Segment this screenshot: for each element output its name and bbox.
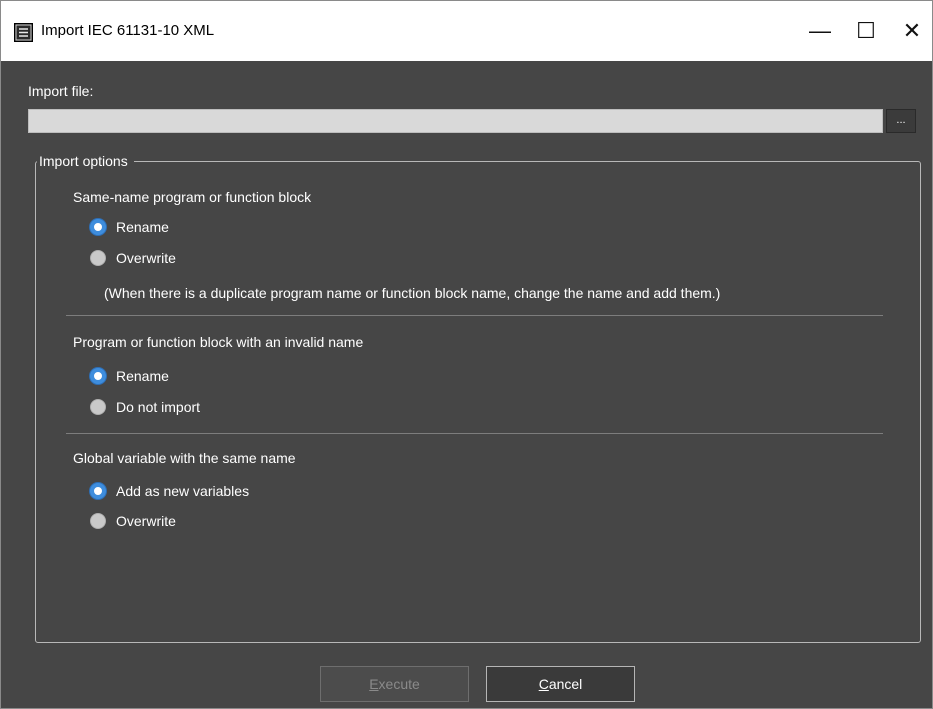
cancel-accel-key: C xyxy=(538,676,549,692)
execute-accel-key: E xyxy=(369,676,379,692)
section-divider xyxy=(66,433,883,434)
cancel-label: ancel xyxy=(548,676,583,692)
import-file-label: Import file: xyxy=(28,83,94,99)
close-icon: ✕ xyxy=(902,18,922,43)
same-name-note: (When there is a duplicate program name … xyxy=(104,285,721,301)
radio-label: Add as new variables xyxy=(116,483,250,499)
maximize-button[interactable]: ☐ xyxy=(843,11,889,51)
browse-button[interactable]: ... xyxy=(886,109,916,133)
invalid-name-do-not-import-option[interactable]: Do not import xyxy=(90,399,200,415)
import-options-legend: Import options xyxy=(37,153,134,169)
minimize-button[interactable]: — xyxy=(797,11,843,51)
maximize-icon: ☐ xyxy=(856,18,876,43)
close-button[interactable]: ✕ xyxy=(889,11,933,51)
dialog-body: Import file: ... Import options Same-nam… xyxy=(1,61,932,708)
app-icon xyxy=(14,23,33,42)
same-name-heading: Same-name program or function block xyxy=(73,189,312,205)
radio-unselected-icon[interactable] xyxy=(90,399,106,415)
global-variable-heading: Global variable with the same name xyxy=(73,450,296,466)
radio-selected-icon[interactable] xyxy=(90,219,106,235)
import-file-input[interactable] xyxy=(28,109,883,133)
section-divider xyxy=(66,315,883,316)
execute-button[interactable]: Execute xyxy=(320,666,469,702)
radio-unselected-icon[interactable] xyxy=(90,250,106,266)
radio-selected-icon[interactable] xyxy=(90,368,106,384)
invalid-name-rename-option[interactable]: Rename xyxy=(90,368,169,384)
same-name-rename-option[interactable]: Rename xyxy=(90,219,169,235)
execute-label: xecute xyxy=(378,676,420,692)
radio-label: Overwrite xyxy=(116,250,176,266)
cancel-button[interactable]: Cancel xyxy=(486,666,635,702)
window-title: Import IEC 61131-10 XML xyxy=(41,22,215,39)
import-xml-dialog: Import IEC 61131-10 XML — ☐ ✕ Import fil… xyxy=(0,0,933,709)
radio-label: Overwrite xyxy=(116,513,176,529)
global-variable-add-new-option[interactable]: Add as new variables xyxy=(90,483,249,499)
minimize-icon: — xyxy=(809,18,831,43)
same-name-overwrite-option[interactable]: Overwrite xyxy=(90,250,176,266)
radio-unselected-icon[interactable] xyxy=(90,513,106,529)
invalid-name-heading: Program or function block with an invali… xyxy=(73,334,364,350)
radio-label: Do not import xyxy=(116,399,201,415)
title-bar[interactable]: Import IEC 61131-10 XML — ☐ ✕ xyxy=(1,1,932,61)
global-variable-overwrite-option[interactable]: Overwrite xyxy=(90,513,176,529)
radio-label: Rename xyxy=(116,219,169,235)
radio-selected-icon[interactable] xyxy=(90,483,106,499)
radio-label: Rename xyxy=(116,368,169,384)
